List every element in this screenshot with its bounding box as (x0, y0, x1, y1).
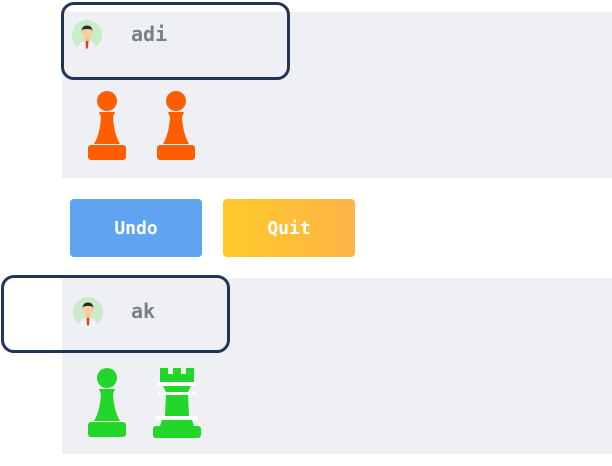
game-screen: adi Undo Quit ak (0, 0, 612, 466)
player-bottom-header: ak (1, 275, 230, 353)
player-name: adi (131, 22, 168, 46)
player-top-header: adi (61, 2, 290, 80)
user-avatar-icon (73, 297, 103, 327)
pawn-icon[interactable] (155, 90, 197, 160)
quit-button[interactable]: Quit (223, 199, 355, 257)
pawn-icon[interactable] (86, 90, 128, 160)
rook-icon[interactable] (152, 366, 202, 438)
undo-button[interactable]: Undo (70, 199, 202, 257)
pawn-icon[interactable] (86, 367, 128, 437)
player-name: ak (131, 299, 156, 323)
user-avatar-icon (72, 20, 102, 50)
